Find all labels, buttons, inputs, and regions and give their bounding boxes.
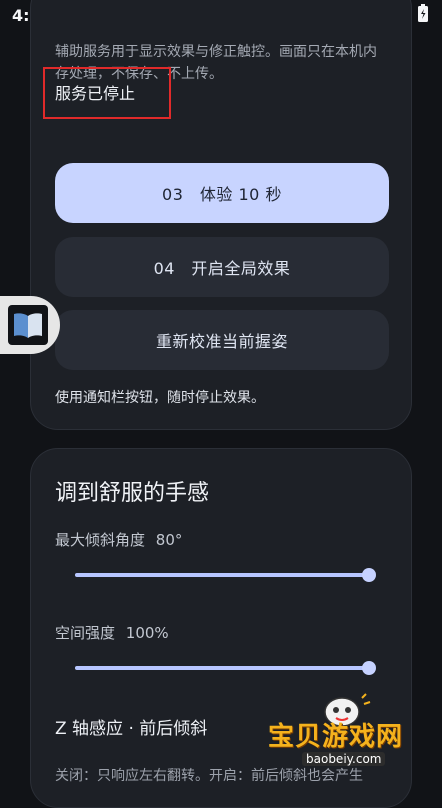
space-strength-value: 100% bbox=[125, 624, 169, 642]
slider-fill bbox=[75, 666, 369, 670]
recalibrate-grip-button[interactable]: 重新校准当前握姿 bbox=[55, 310, 389, 370]
space-strength-slider[interactable] bbox=[75, 658, 376, 678]
space-strength-label: 空间强度 bbox=[55, 624, 116, 642]
space-strength-label-row: 空间强度 100% bbox=[55, 622, 169, 643]
service-card: 辅助服务用于显示效果与修正触控。画面只在本机内存处理，不保存、不上传。 服务已停… bbox=[30, 0, 412, 430]
watermark-url: baobeiy.com bbox=[302, 752, 386, 766]
max-tilt-value: 80° bbox=[155, 531, 183, 549]
max-tilt-slider[interactable] bbox=[75, 565, 376, 585]
floating-side-tab[interactable] bbox=[0, 296, 60, 354]
max-tilt-label-row: 最大倾斜角度 80° bbox=[55, 529, 182, 550]
service-status: 服务已停止 bbox=[55, 84, 136, 103]
comfort-title: 调到舒服的手感 bbox=[55, 481, 210, 506]
try-10s-button[interactable]: 03 体验 10 秒 bbox=[55, 163, 389, 223]
slider-fill bbox=[75, 573, 369, 577]
book-icon bbox=[8, 305, 48, 345]
slider-thumb[interactable] bbox=[362, 661, 376, 675]
z-axis-title: Z 轴感应 · 前后倾斜 bbox=[55, 719, 208, 739]
site-watermark: 宝贝游戏网 baobeiy.com bbox=[268, 690, 418, 782]
enable-global-effect-button[interactable]: 04 开启全局效果 bbox=[55, 237, 389, 297]
slider-thumb[interactable] bbox=[362, 568, 376, 582]
max-tilt-label: 最大倾斜角度 bbox=[55, 531, 146, 549]
notification-note: 使用通知栏按钮，随时停止效果。 bbox=[55, 390, 265, 406]
battery-icon bbox=[418, 4, 428, 26]
watermark-text: 宝贝游戏网 bbox=[268, 722, 404, 752]
